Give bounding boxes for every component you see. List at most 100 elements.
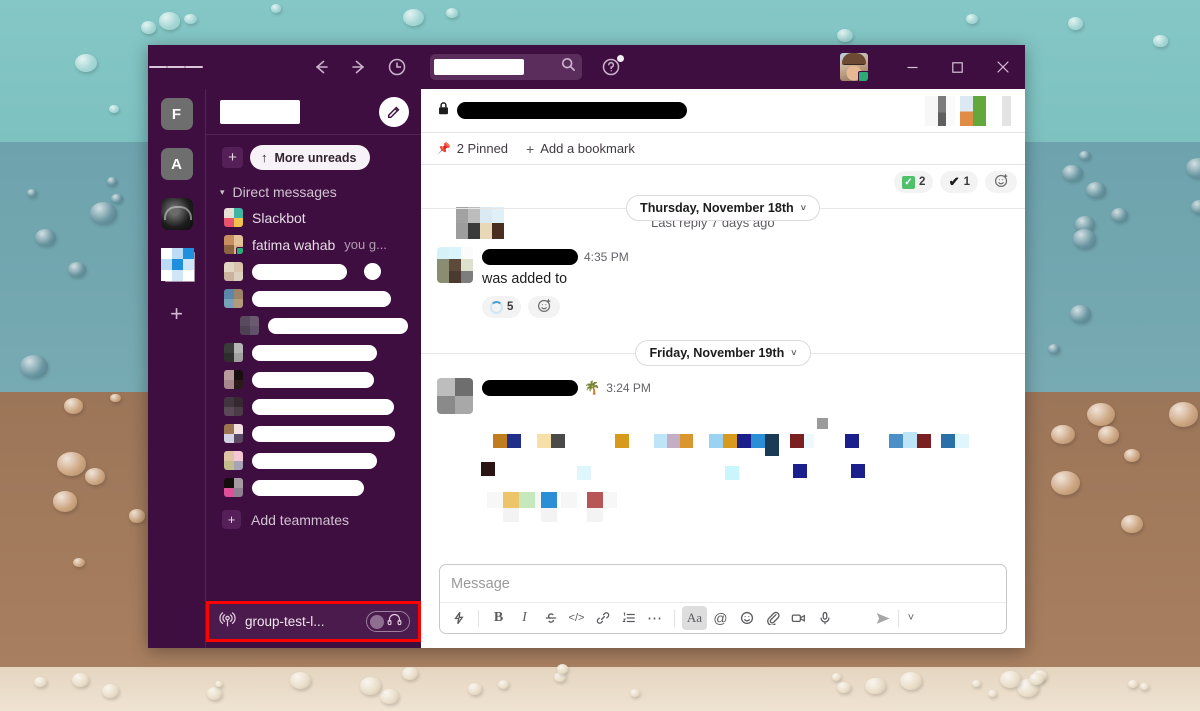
more-formatting-button[interactable]: ⋯ bbox=[642, 606, 667, 630]
avatar-quadrant bbox=[233, 487, 243, 497]
header-blurred-icon-1[interactable] bbox=[925, 95, 955, 126]
mention-button[interactable]: @ bbox=[708, 606, 733, 630]
workspace-name-redaction[interactable] bbox=[220, 99, 300, 124]
wallpaper-bubble bbox=[74, 54, 97, 73]
avatar-quadrant bbox=[233, 406, 243, 416]
date-divider-button[interactable]: Friday, November 19th ˅ bbox=[635, 340, 811, 366]
dm-list-item[interactable]: fatima wahab you g... bbox=[206, 231, 421, 258]
dm-section-header[interactable]: ▾ Direct messages bbox=[206, 176, 421, 204]
add-teammates-button[interactable]: + Add teammates bbox=[206, 501, 421, 529]
message-list[interactable]: ✓ 2 ✔ 1 Thursday, November 18th ˅ Last r… bbox=[421, 165, 1025, 558]
reaction-spinner[interactable]: 5 bbox=[482, 296, 522, 318]
headset-icon[interactable] bbox=[387, 613, 402, 631]
add-workspace-button[interactable]: + bbox=[161, 298, 193, 330]
avatar-quadrant bbox=[249, 325, 259, 335]
menu-icon[interactable] bbox=[148, 64, 204, 71]
avatar bbox=[224, 289, 243, 308]
audio-clip-button[interactable] bbox=[812, 606, 837, 630]
avatar[interactable] bbox=[437, 247, 473, 283]
history-clock-icon[interactable] bbox=[386, 56, 408, 78]
date-divider-button[interactable]: Thursday, November 18th ˅ bbox=[626, 195, 820, 221]
grid-cell bbox=[182, 270, 194, 281]
avatar-quadrant bbox=[224, 451, 234, 461]
dm-trailing-indicator bbox=[364, 263, 381, 280]
ordered-list-button[interactable] bbox=[616, 606, 641, 630]
workspace-icon-f[interactable]: F bbox=[160, 98, 193, 130]
dm-name-redaction bbox=[252, 371, 374, 388]
plus-icon: + bbox=[526, 140, 535, 157]
formatting-toggle-button[interactable]: Aa bbox=[682, 606, 707, 630]
forward-arrow-icon[interactable] bbox=[348, 56, 370, 78]
add-channel-button[interactable]: + bbox=[222, 147, 243, 168]
strikethrough-button[interactable] bbox=[538, 606, 563, 630]
italic-button[interactable]: I bbox=[512, 606, 537, 630]
header-blurred-icon-2[interactable] bbox=[960, 95, 993, 126]
compose-icon[interactable] bbox=[379, 96, 409, 127]
add-reaction-button[interactable] bbox=[528, 296, 561, 318]
dm-list: Slackbot fatima wahab you g... bbox=[206, 204, 421, 501]
avatar[interactable] bbox=[437, 378, 473, 414]
search-input[interactable] bbox=[430, 54, 582, 80]
dm-list-item[interactable] bbox=[206, 393, 421, 420]
workspace-icon-grid[interactable] bbox=[160, 248, 194, 281]
huddle-bar[interactable]: group-test-l... bbox=[209, 604, 418, 639]
back-arrow-icon[interactable] bbox=[310, 56, 332, 78]
add-reaction-button[interactable] bbox=[985, 171, 1018, 193]
grid-cell bbox=[160, 259, 172, 270]
wallpaper-bubble bbox=[270, 4, 282, 13]
toolbar-separator bbox=[898, 609, 899, 627]
dm-list-item[interactable] bbox=[206, 258, 421, 285]
emoji-button[interactable] bbox=[734, 606, 759, 630]
dm-name-redaction bbox=[252, 290, 391, 307]
channel-name-redaction[interactable] bbox=[457, 102, 687, 119]
minimize-button[interactable] bbox=[890, 45, 935, 89]
bold-button[interactable]: B bbox=[486, 606, 511, 630]
dm-list-item[interactable] bbox=[206, 366, 421, 393]
sender-name-redaction[interactable] bbox=[482, 249, 578, 265]
dm-list-item[interactable] bbox=[206, 285, 421, 312]
avatar-quadrant bbox=[224, 208, 234, 218]
grid-cell bbox=[171, 259, 183, 270]
huddle-name: group-test-l... bbox=[245, 614, 325, 629]
header-blurred-icon-3[interactable] bbox=[998, 95, 1011, 126]
dm-section-label: Direct messages bbox=[232, 184, 337, 200]
avatar[interactable] bbox=[840, 53, 868, 81]
avatar-quadrant bbox=[233, 460, 243, 470]
huddle-toggle[interactable] bbox=[366, 611, 410, 632]
pinned-items-button[interactable]: 📌 2 Pinned bbox=[437, 141, 508, 156]
video-clip-button[interactable] bbox=[786, 606, 811, 630]
dm-list-item[interactable]: Slackbot bbox=[206, 204, 421, 231]
avatar-quadrant bbox=[233, 451, 243, 461]
help-icon[interactable] bbox=[600, 55, 624, 78]
attachment-button[interactable] bbox=[760, 606, 785, 630]
dm-list-item[interactable] bbox=[206, 420, 421, 447]
close-button[interactable] bbox=[980, 45, 1025, 89]
maximize-button[interactable] bbox=[935, 45, 980, 89]
send-options-button[interactable]: ˅ bbox=[902, 606, 920, 630]
reaction-green-check[interactable]: ✓ 2 bbox=[894, 171, 934, 193]
code-button[interactable]: </> bbox=[564, 606, 589, 630]
reaction-check[interactable]: ✔ 1 bbox=[940, 171, 979, 193]
send-button[interactable] bbox=[870, 606, 895, 630]
dm-list-item[interactable] bbox=[206, 447, 421, 474]
avatar-quadrant bbox=[224, 343, 234, 353]
add-bookmark-button[interactable]: + Add a bookmark bbox=[526, 141, 635, 157]
workspace-icon-image[interactable] bbox=[160, 198, 193, 230]
message-body: 4:35 PM was added to 5 bbox=[482, 247, 1009, 318]
wallpaper-bubble bbox=[63, 397, 84, 414]
shortcuts-icon[interactable] bbox=[446, 606, 471, 630]
wallpaper-bubble bbox=[183, 13, 197, 25]
reaction-row: 5 bbox=[482, 296, 1009, 318]
dm-list-item[interactable] bbox=[206, 474, 421, 501]
divider-line bbox=[421, 352, 636, 354]
redacted-pixel-block bbox=[793, 464, 807, 478]
more-unreads-button[interactable]: ↑ More unreads bbox=[250, 145, 371, 170]
link-button[interactable] bbox=[590, 606, 615, 630]
redacted-pixel-block bbox=[680, 434, 693, 448]
dm-list-item[interactable] bbox=[206, 339, 421, 366]
workspace-icon-a[interactable]: A bbox=[160, 148, 193, 180]
dm-list-item[interactable] bbox=[206, 312, 421, 339]
message-input[interactable]: Message bbox=[440, 565, 1006, 602]
wallpaper-bubble bbox=[831, 673, 841, 681]
sender-name-redaction[interactable] bbox=[482, 380, 578, 396]
